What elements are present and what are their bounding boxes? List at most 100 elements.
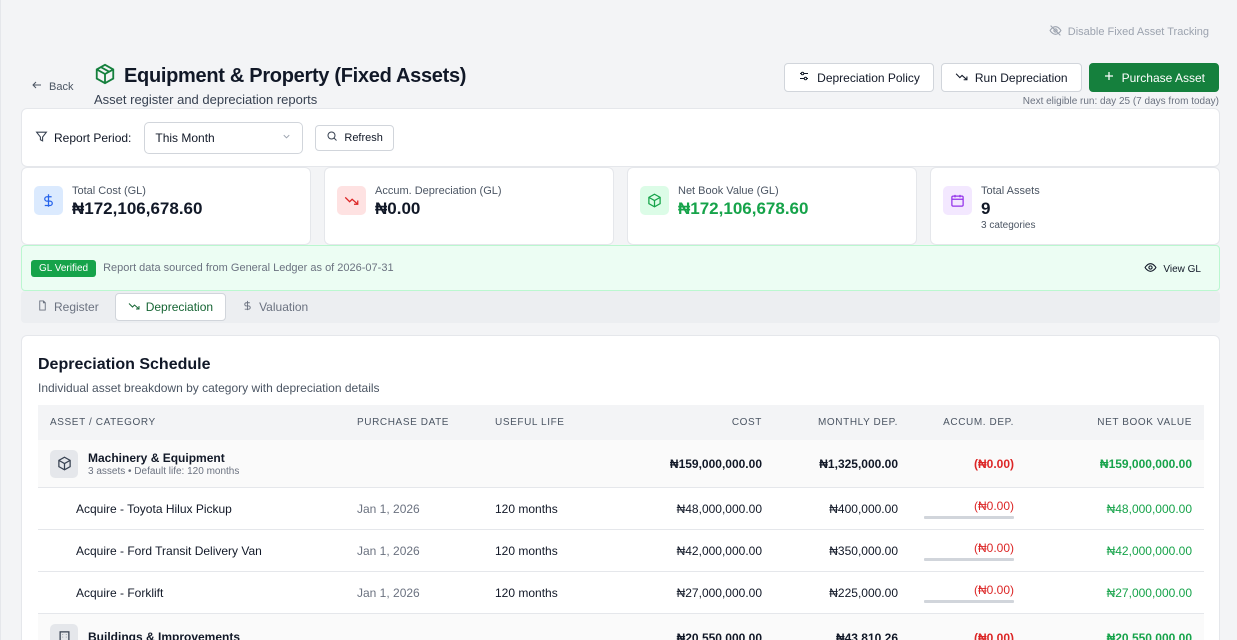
stat-value: ₦172,106,678.60 bbox=[678, 199, 809, 218]
stat-card-total-cost: Total Cost (GL) ₦172,106,678.60 bbox=[21, 167, 311, 245]
schedule-table: Asset / Category Purchase Date Useful Li… bbox=[38, 405, 1204, 640]
table-row[interactable]: Acquire - Ford Transit Delivery Van Jan … bbox=[38, 530, 1204, 572]
category-name: Machinery & Equipment bbox=[88, 450, 225, 465]
run-depreciation-button[interactable]: Run Depreciation bbox=[940, 63, 1082, 92]
useful-life: 120 months bbox=[495, 543, 558, 558]
tab-label: Depreciation bbox=[145, 300, 214, 314]
column-header: Asset / Category bbox=[50, 417, 156, 428]
category-name: Buildings & Improvements bbox=[88, 630, 241, 640]
cost-cell: ₦42,000,000.00 bbox=[676, 543, 762, 558]
back-button[interactable]: Back bbox=[31, 79, 73, 94]
nbv-cell: ₦27,000,000.00 bbox=[1106, 585, 1192, 600]
accum-dep-cell: (₦0.00) bbox=[973, 630, 1014, 640]
package-icon bbox=[94, 63, 116, 90]
column-header: Cost bbox=[731, 417, 762, 428]
tab-label: Register bbox=[54, 300, 99, 314]
period-value: This Month bbox=[155, 130, 215, 145]
page-frame: Disable Fixed Asset Tracking Back Equipm… bbox=[0, 0, 1237, 640]
useful-life: 120 months bbox=[495, 585, 558, 600]
stat-label: Net Book Value (GL) bbox=[678, 185, 779, 197]
cost-cell: ₦27,000,000.00 bbox=[676, 585, 762, 600]
building-icon bbox=[50, 623, 78, 640]
accum-dep-value: (₦0.00) bbox=[973, 498, 1014, 513]
tab-register[interactable]: Register bbox=[25, 293, 111, 321]
run-label: Run Depreciation bbox=[974, 70, 1068, 85]
nbv-cell: ₦42,000,000.00 bbox=[1106, 543, 1192, 558]
filter-icon bbox=[35, 130, 48, 146]
trending-down-icon bbox=[337, 186, 366, 215]
package-icon bbox=[640, 186, 669, 215]
view-gl-button[interactable]: View GL bbox=[1144, 261, 1201, 277]
depreciation-progress-bar bbox=[924, 557, 1014, 561]
disable-label: Disable Fixed Asset Tracking bbox=[1067, 26, 1209, 38]
tab-valuation[interactable]: Valuation bbox=[230, 293, 320, 321]
table-row[interactable]: Acquire - Forklift Jan 1, 2026 120 month… bbox=[38, 572, 1204, 614]
calendar-icon bbox=[943, 186, 972, 215]
category-meta: 3 assets • Default life: 120 months bbox=[88, 465, 240, 477]
report-period-select[interactable]: This Month bbox=[144, 121, 304, 154]
cost-cell: ₦20,550,000.00 bbox=[676, 630, 762, 640]
stat-sub: 3 categories bbox=[981, 220, 1036, 231]
cost-cell: ₦159,000,000.00 bbox=[669, 456, 762, 471]
column-header: Accum. Dep. bbox=[943, 417, 1014, 428]
period-label-text: Report Period: bbox=[54, 130, 132, 145]
tab-depreciation[interactable]: Depreciation bbox=[114, 293, 227, 321]
back-label: Back bbox=[49, 80, 74, 93]
header-actions: Depreciation Policy Run Depreciation Pur… bbox=[784, 63, 1219, 92]
search-icon bbox=[326, 130, 338, 145]
category-row[interactable]: Machinery & Equipment 3 assets • Default… bbox=[38, 440, 1204, 488]
stat-label: Total Assets bbox=[981, 185, 1040, 197]
eye-off-icon bbox=[1049, 24, 1062, 40]
panel-subtitle: Individual asset breakdown by category w… bbox=[38, 381, 380, 395]
gl-source-text: Report data sourced from General Ledger … bbox=[103, 262, 394, 274]
dollar-icon bbox=[34, 186, 63, 215]
tab-label: Valuation bbox=[259, 300, 309, 314]
accum-dep-value: (₦0.00) bbox=[973, 540, 1014, 555]
trending-down-icon bbox=[128, 300, 140, 315]
sliders-icon bbox=[798, 70, 810, 85]
purchase-asset-button[interactable]: Purchase Asset bbox=[1088, 63, 1219, 92]
trending-down-icon bbox=[955, 70, 968, 86]
gl-verified-banner: GL Verified Report data sourced from Gen… bbox=[21, 245, 1220, 291]
page-title: Equipment & Property (Fixed Assets) bbox=[124, 65, 467, 87]
tabs-bar: Register Depreciation Valuation bbox=[21, 291, 1220, 323]
refresh-label: Refresh bbox=[344, 131, 383, 144]
nbv-cell: ₦48,000,000.00 bbox=[1106, 501, 1192, 516]
eye-icon bbox=[1144, 261, 1157, 277]
stat-card-net-book-value: Net Book Value (GL) ₦172,106,678.60 bbox=[627, 167, 917, 245]
disable-fixed-asset-link[interactable]: Disable Fixed Asset Tracking bbox=[1049, 24, 1209, 40]
dollar-icon bbox=[242, 300, 253, 314]
column-header: Net Book Value bbox=[1097, 417, 1192, 428]
purchase-date: Jan 1, 2026 bbox=[357, 585, 420, 600]
stat-label: Total Cost (GL) bbox=[72, 185, 146, 197]
monthly-dep-cell: ₦225,000.00 bbox=[829, 585, 898, 600]
depreciation-progress-bar bbox=[924, 599, 1014, 603]
nbv-cell: ₦20,550,000.00 bbox=[1106, 630, 1192, 640]
asset-name: Acquire - Forklift bbox=[76, 585, 164, 600]
depreciation-progress-bar bbox=[924, 515, 1014, 519]
view-gl-label: View GL bbox=[1163, 263, 1201, 275]
chevron-down-icon bbox=[281, 131, 292, 145]
stat-card-total-assets: Total Assets 9 3 categories bbox=[930, 167, 1220, 245]
category-row[interactable]: Buildings & Improvements ₦20,550,000.00 … bbox=[38, 614, 1204, 640]
depreciation-schedule-panel: Depreciation Schedule Individual asset b… bbox=[21, 335, 1220, 640]
stat-card-accum-depreciation: Accum. Depreciation (GL) ₦0.00 bbox=[324, 167, 614, 245]
refresh-button[interactable]: Refresh bbox=[315, 124, 394, 151]
column-header: Monthly Dep. bbox=[818, 417, 898, 428]
purchase-label: Purchase Asset bbox=[1121, 70, 1205, 85]
file-icon bbox=[37, 300, 48, 314]
accum-dep-cell: (₦0.00) bbox=[973, 456, 1014, 471]
page-subtitle: Asset register and depreciation reports bbox=[94, 92, 318, 107]
filter-bar: Report Period: This Month Refresh bbox=[21, 108, 1220, 167]
stat-label: Accum. Depreciation (GL) bbox=[375, 185, 502, 197]
purchase-date: Jan 1, 2026 bbox=[357, 543, 420, 558]
table-row[interactable]: Acquire - Toyota Hilux Pickup Jan 1, 202… bbox=[38, 488, 1204, 530]
depreciation-policy-button[interactable]: Depreciation Policy bbox=[784, 63, 934, 92]
monthly-dep-cell: ₦43,810.26 bbox=[835, 630, 898, 640]
plus-icon bbox=[1103, 70, 1115, 85]
monthly-dep-cell: ₦350,000.00 bbox=[829, 543, 898, 558]
purchase-date: Jan 1, 2026 bbox=[357, 501, 420, 516]
accum-dep-cell: (₦0.00) bbox=[908, 541, 1024, 561]
next-run-note: Next eligible run: day 25 (7 days from t… bbox=[1022, 96, 1219, 107]
stat-value: ₦0.00 bbox=[375, 199, 421, 218]
